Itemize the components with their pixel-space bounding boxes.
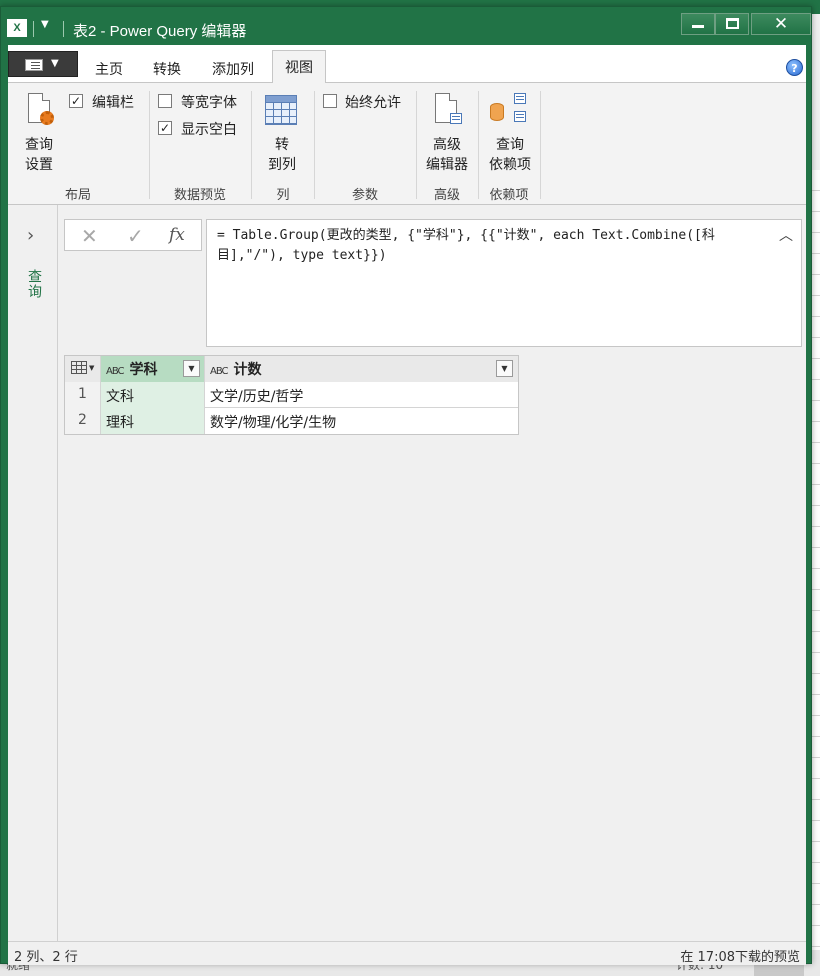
status-preview-time: 在 17:08下载的预览 bbox=[680, 950, 800, 965]
formula-bar-buttons: ✕ ✓ fx bbox=[64, 219, 202, 251]
always-allow-checkbox[interactable] bbox=[323, 94, 337, 108]
group-separator bbox=[149, 91, 150, 199]
editor-body: › 查询 ✕ ✓ fx = Table.Group(更改的类型, {"学科"},… bbox=[8, 205, 806, 941]
column-header-subject[interactable]: ABC 学科 ▼ bbox=[101, 356, 205, 382]
cell-subject[interactable]: 文科 bbox=[101, 382, 205, 408]
advanced-editor-label-1: 高级 bbox=[433, 137, 461, 153]
collapse-formula-icon[interactable]: ︿ bbox=[779, 226, 793, 246]
status-bar: 2 列、2 行 在 17:08下载的预览 bbox=[8, 941, 806, 965]
column-header-count[interactable]: ABC 计数 ▼ bbox=[205, 356, 518, 382]
text-type-icon[interactable]: ABC bbox=[210, 366, 228, 377]
close-button[interactable]: ✕ bbox=[751, 13, 811, 35]
chevron-down-icon: ▼ bbox=[51, 58, 59, 69]
group-separator bbox=[251, 91, 252, 199]
close-icon: ✕ bbox=[773, 14, 789, 34]
power-query-editor-window: X ▼ 表2 - Power Query 编辑器 ✕ ▼ 主页 转换 添加列 视… bbox=[0, 6, 812, 965]
queries-pane-label[interactable]: 查询 bbox=[24, 269, 44, 299]
formula-input[interactable]: = Table.Group(更改的类型, {"学科"}, {{"计数", eac… bbox=[206, 219, 802, 347]
column-filter-button[interactable]: ▼ bbox=[496, 360, 513, 377]
query-dependencies-button[interactable]: 查询 依赖项 bbox=[482, 89, 538, 179]
text-type-icon[interactable]: ABC bbox=[106, 366, 124, 377]
formula-text: = Table.Group(更改的类型, {"学科"}, {{"计数", eac… bbox=[217, 228, 715, 263]
group-label-data-preview: 数据预览 bbox=[173, 188, 226, 203]
gear-icon bbox=[40, 111, 54, 125]
table-row: 2 理科 数学/物理/化学/生物 bbox=[65, 408, 518, 434]
cell-count[interactable]: 数学/物理/化学/生物 bbox=[205, 408, 518, 434]
show-whitespace-checkbox[interactable]: ✓ bbox=[158, 121, 172, 135]
group-label-dependencies: 依赖项 bbox=[489, 188, 529, 203]
dependency-table-icon bbox=[514, 111, 526, 122]
show-whitespace-label: 显示空白 bbox=[181, 122, 237, 138]
maximize-icon bbox=[725, 18, 739, 29]
row-number[interactable]: 1 bbox=[65, 382, 101, 408]
ribbon-view: 查询 设置 ✓ 编辑栏 布局 等宽字体 ✓ 显示空白 数据预览 转 到列 列 始… bbox=[8, 83, 806, 205]
queries-nav-pane[interactable]: › 查询 bbox=[8, 205, 58, 941]
column-header-label: 学科 bbox=[129, 362, 158, 378]
row-number[interactable]: 2 bbox=[65, 408, 101, 434]
file-document-icon bbox=[25, 59, 43, 71]
table-icon bbox=[71, 361, 87, 374]
tab-add-column[interactable]: 添加列 bbox=[202, 53, 264, 83]
fx-icon[interactable]: fx bbox=[169, 225, 185, 245]
minimize-icon bbox=[692, 25, 704, 28]
monospace-checkbox[interactable] bbox=[158, 94, 172, 108]
maximize-button[interactable] bbox=[715, 13, 749, 35]
group-label-columns: 列 bbox=[276, 188, 290, 203]
tab-home[interactable]: 主页 bbox=[84, 53, 134, 83]
always-allow-label: 始终允许 bbox=[345, 95, 401, 111]
tab-view[interactable]: 视图 bbox=[272, 50, 326, 84]
go-to-column-label-2: 到列 bbox=[268, 157, 296, 173]
advanced-editor-label-2: 编辑器 bbox=[426, 157, 468, 173]
titlebar-separator bbox=[33, 21, 34, 37]
go-to-column-label-1: 转 bbox=[275, 137, 289, 153]
group-separator bbox=[478, 91, 479, 199]
query-settings-label-2: 设置 bbox=[25, 157, 53, 173]
database-icon bbox=[490, 103, 504, 121]
group-separator bbox=[540, 91, 541, 199]
excel-app-icon[interactable]: X bbox=[7, 19, 27, 37]
expand-chevron-icon[interactable]: › bbox=[27, 225, 34, 246]
ribbon-tab-row: ▼ 主页 转换 添加列 视图 ? bbox=[8, 45, 806, 84]
dependency-table-icon bbox=[514, 93, 526, 104]
minimize-button[interactable] bbox=[681, 13, 715, 35]
file-menu-button[interactable]: ▼ bbox=[8, 51, 78, 77]
query-dependencies-label-2: 依赖项 bbox=[489, 157, 531, 173]
formula-bar-label: 编辑栏 bbox=[92, 95, 134, 111]
group-label-advanced: 高级 bbox=[433, 188, 460, 203]
query-settings-button[interactable]: 查询 设置 bbox=[16, 89, 62, 179]
table-row: 1 文科 文学/历史/哲学 bbox=[65, 382, 518, 408]
column-header-label: 计数 bbox=[233, 362, 262, 378]
data-grid: ▼ ABC 学科 ▼ ABC 计数 ▼ 1 文科 文学/历史/哲学 2 理科 数学 bbox=[64, 355, 519, 435]
cell-subject[interactable]: 理科 bbox=[101, 408, 205, 434]
group-separator bbox=[416, 91, 417, 199]
cell-count[interactable]: 文学/历史/哲学 bbox=[205, 382, 518, 408]
go-to-column-button[interactable]: 转 到列 bbox=[256, 89, 308, 179]
table-grid-icon bbox=[265, 95, 297, 125]
group-label-parameters: 参数 bbox=[351, 188, 378, 203]
grid-header-row: ▼ ABC 学科 ▼ ABC 计数 ▼ bbox=[65, 356, 518, 382]
tab-transform[interactable]: 转换 bbox=[142, 53, 192, 83]
query-settings-label-1: 查询 bbox=[25, 137, 53, 153]
query-dependencies-label-1: 查询 bbox=[496, 137, 524, 153]
document-lines-icon bbox=[450, 113, 462, 124]
formula-bar-checkbox[interactable]: ✓ bbox=[69, 94, 83, 108]
cancel-icon[interactable]: ✕ bbox=[81, 224, 98, 248]
column-filter-button[interactable]: ▼ bbox=[183, 360, 200, 377]
window-title: 表2 - Power Query 编辑器 bbox=[73, 23, 247, 40]
group-separator bbox=[314, 91, 315, 199]
titlebar-separator bbox=[63, 21, 64, 37]
advanced-editor-button[interactable]: 高级 编辑器 bbox=[420, 89, 474, 179]
quick-access-dropdown-icon[interactable]: ▼ bbox=[41, 19, 49, 30]
monospace-label: 等宽字体 bbox=[181, 95, 237, 111]
help-icon[interactable]: ? bbox=[786, 59, 803, 76]
table-options-button[interactable]: ▼ bbox=[65, 356, 101, 382]
title-bar[interactable]: X ▼ 表2 - Power Query 编辑器 ✕ bbox=[1, 7, 811, 45]
chevron-down-icon: ▼ bbox=[89, 364, 95, 372]
group-label-layout: 布局 bbox=[64, 188, 91, 203]
checkmark-icon[interactable]: ✓ bbox=[127, 224, 144, 248]
status-row-column-count: 2 列、2 行 bbox=[14, 950, 78, 965]
